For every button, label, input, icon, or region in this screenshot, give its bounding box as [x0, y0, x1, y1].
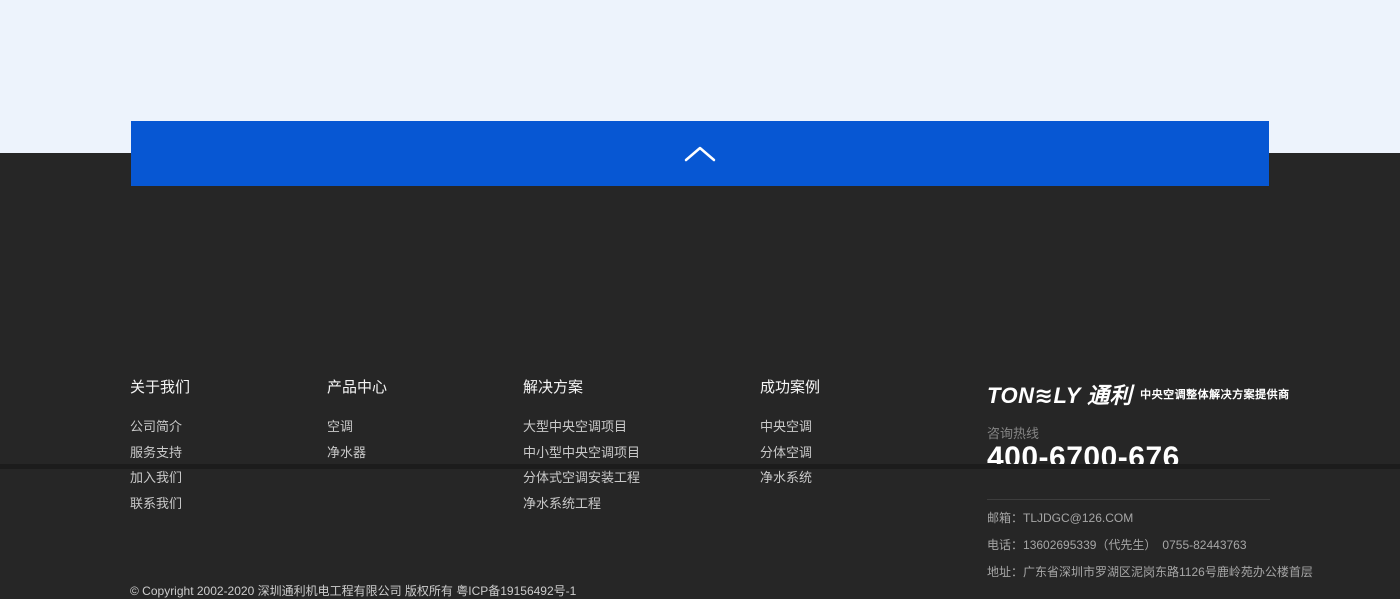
copyright-text: © Copyright 2002-2020 深圳通利机电工程有限公司 版权所有 … [130, 583, 576, 599]
footer-link-air-conditioner[interactable]: 空调 [327, 414, 387, 440]
brand-row: TON≋LY 通利 中央空调整体解决方案提供商 [987, 378, 1290, 410]
footer-bottom-strip [0, 464, 1400, 469]
footer-link-split-ac-install[interactable]: 分体式空调安装工程 [523, 465, 640, 491]
footer-link-case-split-ac[interactable]: 分体空调 [760, 440, 820, 466]
contact-email-value: TLJDGC@126.COM [1023, 511, 1133, 525]
brand-logo: TON≋LY 通利 [987, 378, 1132, 410]
contact-phone-value: 13602695339（代先生） 0755-82443763 [1023, 538, 1247, 552]
footer-link-medium-central-ac[interactable]: 中小型中央空调项目 [523, 440, 640, 466]
contact-info: 邮箱：TLJDGC@126.COM 电话：13602695339（代先生） 07… [987, 505, 1287, 586]
footer-link-company-profile[interactable]: 公司简介 [130, 414, 190, 440]
footer-column-cases: 成功案例 中央空调 分体空调 净水系统 [760, 378, 820, 491]
footer-column-title: 成功案例 [760, 378, 820, 398]
contact-email-label: 邮箱： [987, 511, 1023, 525]
contact-address-value: 广东省深圳市罗湖区泥岗东路1126号鹿岭苑办公楼首层 [1023, 565, 1313, 579]
footer-link-join-us[interactable]: 加入我们 [130, 465, 190, 491]
footer-column-title: 产品中心 [327, 378, 387, 398]
footer-link-contact-us[interactable]: 联系我们 [130, 491, 190, 517]
footer-link-case-central-ac[interactable]: 中央空调 [760, 414, 820, 440]
hotline-number: 400-6700-676 [987, 441, 1180, 475]
footer-link-water-purifier[interactable]: 净水器 [327, 440, 387, 466]
footer-column-products: 产品中心 空调 净水器 [327, 378, 387, 465]
contact-address-row: 地址：广东省深圳市罗湖区泥岗东路1126号鹿岭苑办公楼首层 [987, 559, 1287, 586]
footer-link-large-central-ac[interactable]: 大型中央空调项目 [523, 414, 640, 440]
footer-link-water-system[interactable]: 净水系统工程 [523, 491, 640, 517]
site-footer: 关于我们 公司简介 服务支持 加入我们 联系我们 产品中心 空调 净水器 解决方… [0, 153, 1400, 469]
footer-link-list: 中央空调 分体空调 净水系统 [760, 414, 820, 491]
contact-address-label: 地址： [987, 565, 1023, 579]
footer-link-service-support[interactable]: 服务支持 [130, 440, 190, 466]
contact-phone-row: 电话：13602695339（代先生） 0755-82443763 [987, 532, 1287, 559]
footer-link-list: 空调 净水器 [327, 414, 387, 465]
contact-phone-label: 电话： [987, 538, 1023, 552]
footer-column-about: 关于我们 公司简介 服务支持 加入我们 联系我们 [130, 378, 190, 516]
footer-column-solutions: 解决方案 大型中央空调项目 中小型中央空调项目 分体式空调安装工程 净水系统工程 [523, 378, 640, 516]
footer-column-title: 解决方案 [523, 378, 640, 398]
contact-email-row: 邮箱：TLJDGC@126.COM [987, 505, 1287, 532]
footer-link-case-water-system[interactable]: 净水系统 [760, 465, 820, 491]
brand-tagline: 中央空调整体解决方案提供商 [1140, 386, 1290, 402]
hotline-label: 咨询热线 [987, 423, 1039, 442]
footer-column-title: 关于我们 [130, 378, 190, 398]
divider [987, 499, 1270, 500]
